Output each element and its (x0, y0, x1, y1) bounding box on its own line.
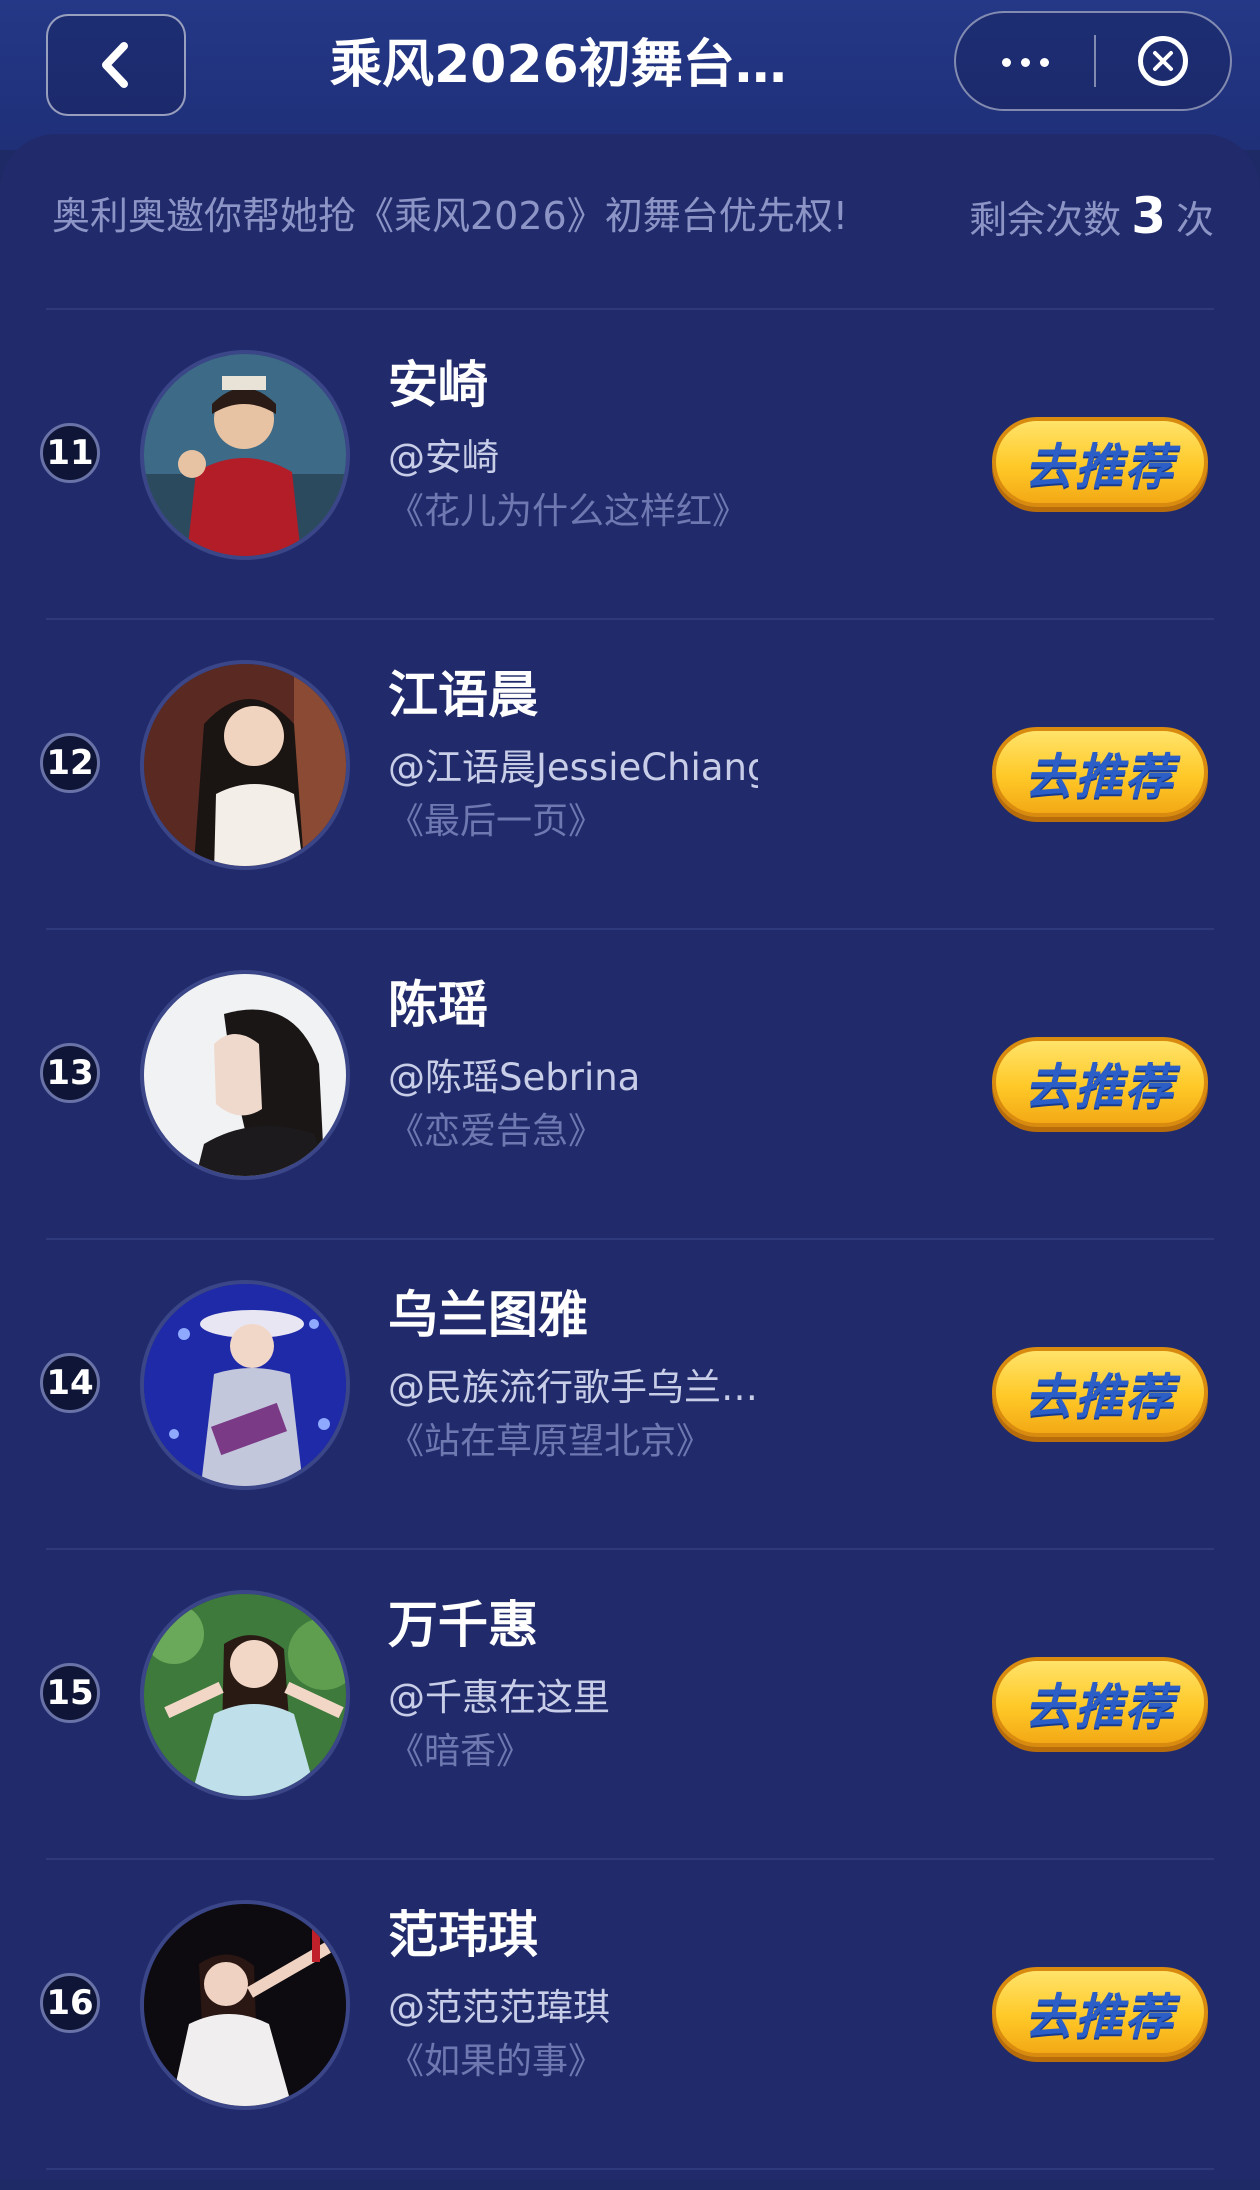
remaining-prefix: 剩余次数 (969, 198, 1122, 242)
contestant-song: 《暗香》 (388, 1731, 533, 1772)
list-item: 12 江语晨 @江语晨JessieChiang 《最后一页》 去推荐 (0, 640, 1260, 950)
close-circle-icon (1138, 36, 1188, 86)
contestant-name: 江语晨 (388, 666, 538, 724)
contestant-handle: @陈瑶Sebrina (388, 1056, 641, 1099)
top-bar: 乘风2026初舞台… (0, 0, 1260, 150)
contestant-song: 《恋爱告急》 (388, 1111, 605, 1152)
divider (46, 2168, 1214, 2170)
remaining-number: 3 (1131, 187, 1166, 245)
rank-badge: 13 (40, 1043, 100, 1103)
rank-badge: 12 (40, 733, 100, 793)
rank-badge: 14 (40, 1353, 100, 1413)
avatar (140, 660, 350, 870)
divider (46, 928, 1214, 930)
avatar (140, 1900, 350, 2110)
recommend-button[interactable]: 去推荐 (992, 417, 1208, 507)
recommend-label: 去推荐 (1024, 1369, 1175, 1425)
contestant-name: 乌兰图雅 (388, 1286, 588, 1344)
divider (46, 1858, 1214, 1860)
rank-badge: 15 (40, 1663, 100, 1723)
contestant-song: 《站在草原望北京》 (388, 1421, 713, 1462)
list-item: 11 安崎 @安崎 《花儿为什么这样红》 去推荐 (0, 330, 1260, 640)
recommend-label: 去推荐 (1024, 1679, 1175, 1735)
contestant-handle: @安崎 (388, 436, 499, 479)
list-item: 15 万千惠 @千惠在这里 《暗香》 去推荐 (0, 1570, 1260, 1880)
contestant-song: 《如果的事》 (388, 2041, 605, 2082)
remaining-suffix: 次 (1175, 198, 1214, 242)
recommend-button[interactable]: 去推荐 (992, 1967, 1208, 2057)
divider (46, 1548, 1214, 1550)
content-panel: 奥利奥邀你帮她抢《乘风2026》初舞台优先权! 剩余次数 3 次 11 安崎 @安崎… (0, 134, 1260, 2180)
recommend-label: 去推荐 (1024, 749, 1175, 805)
divider (46, 1238, 1214, 1240)
mini-program-capsule (954, 11, 1232, 111)
recommend-label: 去推荐 (1024, 439, 1175, 495)
contestant-handle: @江语晨JessieChiang (388, 746, 758, 789)
recommend-label: 去推荐 (1024, 1989, 1175, 2045)
avatar (140, 1280, 350, 1490)
contestant-name: 范玮琪 (388, 1906, 538, 1964)
invite-text: 奥利奥邀你帮她抢《乘风2026》初舞台优先权! (52, 194, 848, 238)
page-title: 乘风2026初舞台… (330, 35, 787, 95)
recommend-button[interactable]: 去推荐 (992, 1657, 1208, 1747)
back-button[interactable] (46, 14, 186, 116)
chevron-left-icon (102, 42, 128, 88)
avatar (140, 350, 350, 560)
recommend-button[interactable]: 去推荐 (992, 1037, 1208, 1127)
close-button[interactable] (1096, 13, 1230, 109)
more-button[interactable] (956, 13, 1094, 109)
list-item: 14 乌兰图雅 @民族流行歌手乌兰… 《站在草原望北京》 去推荐 (0, 1260, 1260, 1570)
recommend-button[interactable]: 去推荐 (992, 727, 1208, 817)
recommend-button[interactable]: 去推荐 (992, 1347, 1208, 1437)
list-item: 16 范玮琪 @范范范瑋琪 《如果的事》 去推荐 (0, 1880, 1260, 2190)
contestant-handle: @千惠在这里 (388, 1676, 610, 1719)
divider (46, 618, 1214, 620)
list-item: 13 陈瑶 @陈瑶Sebrina 《恋爱告急》 去推荐 (0, 950, 1260, 1260)
contestant-name: 陈瑶 (388, 976, 488, 1034)
recommend-label: 去推荐 (1024, 1059, 1175, 1115)
divider (46, 308, 1214, 310)
more-dots-icon (997, 52, 1054, 71)
contestant-handle: @民族流行歌手乌兰… (388, 1366, 758, 1409)
remaining-count: 剩余次数 3 次 (969, 186, 1214, 246)
contestant-name: 万千惠 (388, 1596, 538, 1654)
contestant-name: 安崎 (388, 356, 488, 414)
avatar (140, 970, 350, 1180)
contestant-song: 《花儿为什么这样红》 (388, 491, 749, 532)
contestant-song: 《最后一页》 (388, 801, 605, 842)
avatar (140, 1590, 350, 1800)
rank-badge: 16 (40, 1973, 100, 2033)
rank-badge: 11 (40, 423, 100, 483)
contestant-handle: @范范范瑋琪 (388, 1986, 610, 2029)
